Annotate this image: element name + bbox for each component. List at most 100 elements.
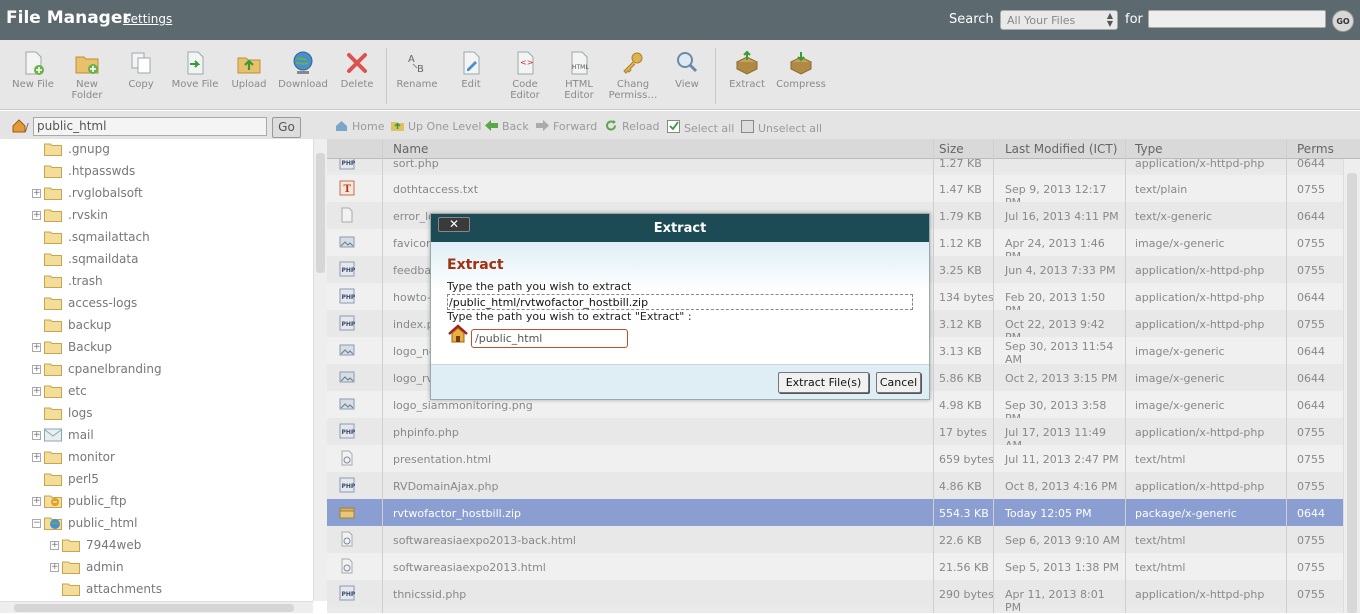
folder-icon — [44, 297, 62, 310]
file-perms[interactable]: 0755 — [1297, 318, 1325, 331]
expand-toggle-icon[interactable]: + — [32, 453, 41, 462]
table-row[interactable]: softwareasiaexpo2013.html 21.56 KB Sep 5, … — [327, 553, 1343, 580]
file-perms[interactable]: 0644 — [1297, 507, 1325, 520]
expand-toggle-icon[interactable]: + — [32, 431, 41, 440]
column-size[interactable]: Size — [939, 142, 964, 156]
column-type[interactable]: Type — [1135, 142, 1163, 156]
file-name[interactable]: softwareasiaexpo2013.html — [393, 561, 546, 574]
download-button[interactable]: Download — [276, 50, 330, 90]
nav-forward[interactable]: Forward — [536, 120, 597, 133]
file-perms[interactable]: 0755 — [1297, 588, 1325, 601]
file-name[interactable]: thnicssid.php — [393, 588, 466, 601]
path-go-button[interactable]: Go — [272, 117, 301, 138]
search-scope-select[interactable]: All Your Files ▲ ▼ — [1000, 10, 1118, 30]
file-perms[interactable]: 0755 — [1297, 480, 1325, 493]
upload-button[interactable]: Upload — [222, 50, 276, 90]
destination-path-input[interactable]: /public_html — [471, 329, 628, 348]
source-path-field[interactable]: /public_html/rvtwofactor_hostbill.zip — [447, 294, 913, 310]
table-row[interactable]: PHP thnicssid.php 290 bytes Apr 11, 2013 8:… — [327, 580, 1343, 614]
file-perms[interactable]: 0755 — [1297, 453, 1325, 466]
view-button[interactable]: View — [660, 50, 714, 90]
file-perms[interactable]: 0644 — [1297, 159, 1325, 170]
edit-button[interactable]: Edit — [444, 50, 498, 90]
file-perms[interactable]: 0644 — [1297, 345, 1325, 358]
tree-vertical-scrollbar[interactable] — [313, 139, 327, 601]
file-name[interactable]: phpinfo.php — [393, 426, 459, 439]
table-row-selected[interactable]: rvtwofactor_hostbill.zip 554.3 KB Today 12… — [327, 499, 1343, 526]
table-row[interactable]: PHP sort.php 1.27 KB application/x-httpd-ph… — [327, 159, 1343, 172]
expand-toggle-icon[interactable]: + — [50, 541, 59, 550]
expand-toggle-icon[interactable]: + — [32, 189, 41, 198]
file-perms[interactable]: 0755 — [1297, 534, 1325, 547]
file-perms[interactable]: 0755 — [1297, 426, 1325, 439]
file-size: 3.12 KB — [939, 318, 982, 331]
file-perms[interactable]: 0755 — [1297, 561, 1325, 574]
expand-toggle-icon[interactable]: + — [32, 387, 41, 396]
expand-toggle-icon[interactable]: + — [50, 563, 59, 572]
settings-link[interactable]: Settings — [123, 12, 172, 26]
close-icon[interactable]: ✕ — [438, 217, 470, 232]
file-perms[interactable]: 0644 — [1297, 399, 1325, 412]
file-perms[interactable]: 0755 — [1297, 237, 1325, 250]
nav-unselect-all[interactable]: Unselect all — [741, 120, 822, 135]
new-folder-button[interactable]: New Folder — [60, 50, 114, 101]
html-editor-button[interactable]: HTML HTML Editor — [552, 50, 606, 101]
expand-toggle-icon[interactable]: + — [32, 365, 41, 374]
tree-item-label: .trash — [68, 274, 103, 288]
file-name[interactable]: dothtaccess.txt — [393, 183, 478, 196]
compress-button[interactable]: Compress — [774, 50, 828, 90]
generic-file-icon — [341, 207, 353, 223]
scroll-thumb[interactable] — [14, 604, 294, 612]
expand-toggle-icon[interactable]: + — [32, 211, 41, 220]
table-row[interactable]: PHP phpinfo.php 17 bytes Jul 17, 2013 11:49… — [327, 418, 1343, 452]
search-go-button[interactable]: GO — [1332, 10, 1354, 32]
copy-button[interactable]: Copy — [114, 50, 168, 90]
table-row[interactable]: PHP RVDomainAjax.php 4.86 KB Oct 8, 2013 4:… — [327, 472, 1343, 499]
file-perms[interactable]: 0755 — [1297, 183, 1325, 196]
copy-label: Copy — [128, 79, 154, 90]
expand-toggle-icon[interactable]: + — [32, 343, 41, 352]
move-file-button[interactable]: Move File — [168, 50, 222, 90]
file-name[interactable]: RVDomainAjax.php — [393, 480, 499, 493]
path-input[interactable]: public_html — [33, 117, 267, 136]
file-perms[interactable]: 0755 — [1297, 264, 1325, 277]
file-name[interactable]: softwareasiaexpo2013-back.html — [393, 534, 576, 547]
column-last-modified[interactable]: Last Modified (ICT) — [1005, 142, 1117, 156]
column-name[interactable]: Name — [393, 142, 428, 156]
tree-item-label: public_ftp — [68, 494, 127, 508]
expand-toggle-icon[interactable]: + — [32, 497, 41, 506]
table-row[interactable]: presentation.html 659 bytes Jul 11, 2013 2… — [327, 445, 1343, 472]
file-perms[interactable]: 0644 — [1297, 372, 1325, 385]
nav-select-all[interactable]: Select all — [667, 120, 734, 135]
tree-item-label: 7944web — [86, 538, 142, 552]
file-name[interactable]: sort.php — [393, 159, 439, 170]
delete-button[interactable]: Delete — [330, 50, 384, 90]
nav-home[interactable]: Home — [335, 120, 384, 133]
nav-up-one-level[interactable]: Up One Level — [391, 120, 481, 133]
tree-horizontal-scrollbar[interactable] — [0, 601, 313, 613]
extract-files-button[interactable]: Extract File(s) — [778, 372, 869, 393]
file-name[interactable]: rvtwofactor_hostbill.zip — [393, 507, 521, 520]
file-perms[interactable]: 0644 — [1297, 210, 1325, 223]
file-list-vertical-scrollbar[interactable] — [1343, 159, 1360, 613]
new-file-button[interactable]: New File — [6, 50, 60, 90]
scroll-thumb[interactable] — [316, 153, 325, 273]
collapse-toggle-icon[interactable]: − — [32, 519, 41, 528]
rename-button[interactable]: AB Rename — [390, 50, 444, 90]
home-icon — [448, 324, 468, 343]
cancel-button[interactable]: Cancel — [876, 372, 921, 393]
scroll-thumb[interactable] — [1347, 173, 1357, 613]
search-input[interactable] — [1148, 10, 1326, 28]
nav-back[interactable]: Back — [485, 120, 529, 133]
file-name[interactable]: presentation.html — [393, 453, 491, 466]
nav-reload[interactable]: Reload — [605, 120, 659, 133]
file-perms[interactable]: 0644 — [1297, 291, 1325, 304]
column-perms[interactable]: Perms — [1297, 142, 1334, 156]
extract-button[interactable]: Extract — [720, 50, 774, 90]
table-row[interactable]: softwareasiaexpo2013-back.html 22.6 KB Sep… — [327, 526, 1343, 553]
code-editor-button[interactable]: <> Code Editor — [498, 50, 552, 101]
home-directory-icon[interactable]: / — [12, 119, 30, 133]
table-row[interactable]: Tdothtaccess.txt 1.47 KB Sep 9, 2013 12:17… — [327, 175, 1343, 209]
file-name[interactable]: logo_siammonitoring.png — [393, 399, 533, 412]
change-permissions-button[interactable]: Chang Permiss… — [606, 50, 660, 101]
